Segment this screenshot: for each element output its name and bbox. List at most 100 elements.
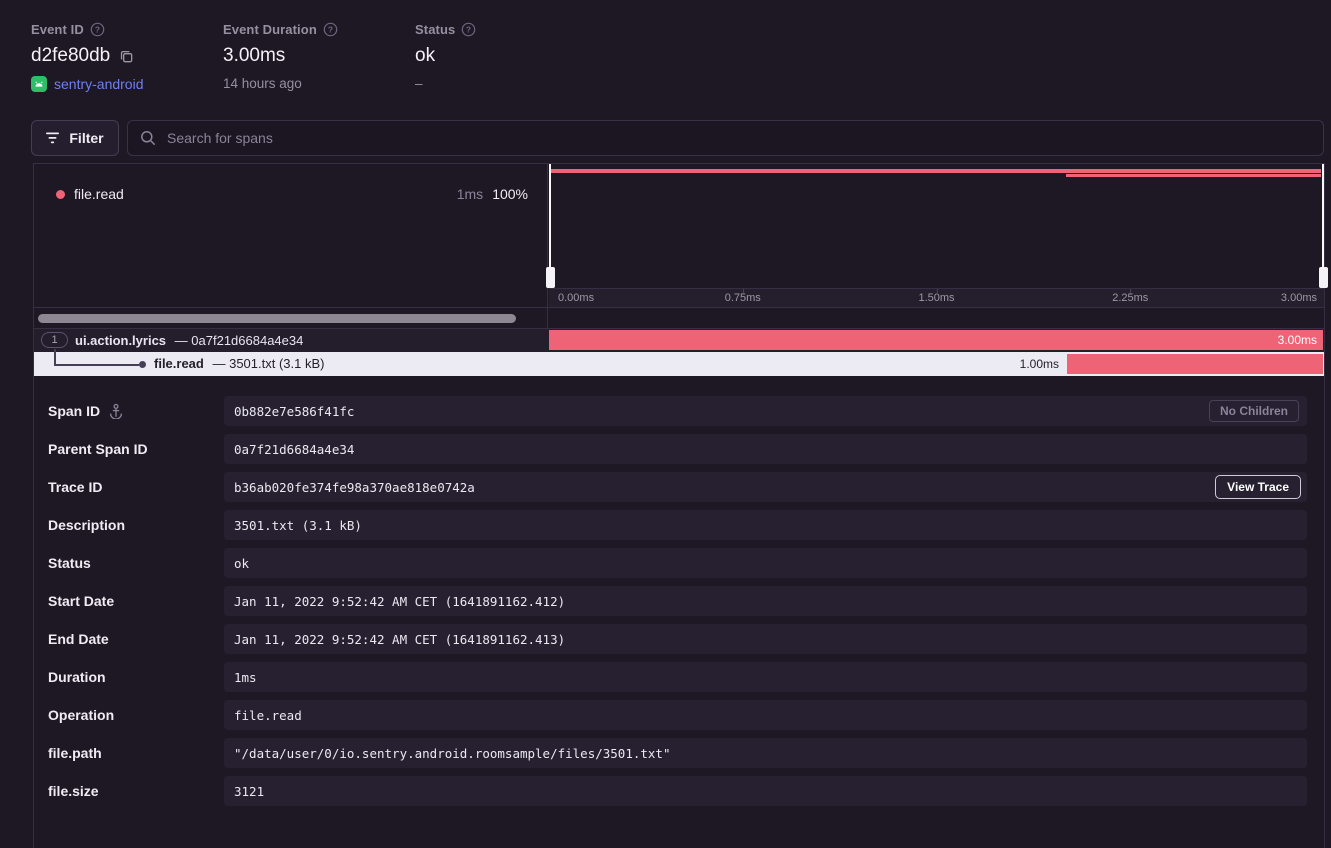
span-op: ui.action.lyrics bbox=[75, 333, 166, 348]
detail-label-text: End Date bbox=[48, 631, 109, 647]
help-icon[interactable]: ? bbox=[461, 22, 476, 37]
op-duration: 1ms bbox=[457, 186, 483, 202]
detail-label-text: Operation bbox=[48, 707, 114, 723]
anchor-icon[interactable] bbox=[108, 403, 124, 419]
detail-label-text: file.size bbox=[48, 783, 99, 799]
event-duration-value: 3.00ms bbox=[223, 45, 285, 67]
copy-icon[interactable] bbox=[119, 49, 134, 64]
event-id-column: Event ID ? d2fe80db sentry-android bbox=[31, 22, 144, 92]
svg-text:?: ? bbox=[328, 24, 333, 34]
tree-scroll-strip bbox=[34, 307, 1324, 329]
search-icon bbox=[140, 130, 156, 146]
detail-value: 3501.txt (3.1 kB) bbox=[224, 510, 1307, 540]
detail-value-text: 0b882e7e586f41fc bbox=[234, 404, 354, 419]
detail-value: 3121 bbox=[224, 776, 1307, 806]
detail-label: Operation bbox=[48, 707, 224, 723]
span-row-transaction[interactable]: 1 ui.action.lyrics — 0a7f21d6684a4e34 3.… bbox=[34, 329, 1324, 352]
status-label: Status ? bbox=[415, 22, 476, 37]
detail-value: ok bbox=[224, 548, 1307, 578]
detail-row: Span ID 0b882e7e586f41fc No Children bbox=[48, 396, 1307, 426]
event-duration-column: Event Duration ? 3.00ms 14 hours ago bbox=[223, 22, 338, 91]
span-row-selected[interactable]: file.read — 3501.txt (3.1 kB) 1.00ms bbox=[34, 352, 1324, 376]
detail-row: Parent Span ID0a7f21d6684a4e34 bbox=[48, 434, 1307, 464]
axis-tick-label: 2.25ms bbox=[1112, 292, 1148, 304]
status-column: Status ? ok – bbox=[415, 22, 476, 91]
detail-value-text: Jan 11, 2022 9:52:42 AM CET (1641891162.… bbox=[234, 632, 565, 647]
detail-row: Duration 1ms bbox=[48, 662, 1307, 692]
detail-value: 0b882e7e586f41fc No Children bbox=[224, 396, 1307, 426]
trace-view: file.read 1ms 100% 0.00ms 0.75ms 1.50ms bbox=[33, 163, 1325, 848]
detail-value: Jan 11, 2022 9:52:42 AM CET (1641891162.… bbox=[224, 586, 1307, 616]
detail-label: End Date bbox=[48, 631, 224, 647]
detail-label-text: Description bbox=[48, 517, 125, 533]
child-count-pill[interactable]: 1 bbox=[41, 332, 68, 348]
detail-value: Jan 11, 2022 9:52:42 AM CET (1641891162.… bbox=[224, 624, 1307, 654]
detail-label-text: Start Date bbox=[48, 593, 114, 609]
span-search[interactable] bbox=[127, 120, 1324, 156]
span-details: Span ID 0b882e7e586f41fc No Children Parent… bbox=[34, 376, 1324, 814]
detail-row: End Date Jan 11, 2022 9:52:42 AM CET (164… bbox=[48, 624, 1307, 654]
help-icon[interactable]: ? bbox=[90, 22, 105, 37]
op-name: file.read bbox=[74, 186, 124, 202]
op-color-dot bbox=[56, 190, 65, 199]
detail-value-text: b36ab020fe374fe98a370ae818e0742a bbox=[234, 480, 475, 495]
span-duration-label: 1.00ms bbox=[982, 352, 1059, 376]
detail-row: Start Date Jan 11, 2022 9:52:42 AM CET (1… bbox=[48, 586, 1307, 616]
detail-row: Trace ID b36ab020fe374fe98a370ae818e0742a… bbox=[48, 472, 1307, 502]
help-icon[interactable]: ? bbox=[323, 22, 338, 37]
axis-tick-label: 3.00ms bbox=[1281, 292, 1317, 304]
detail-row: file.path"/data/user/0/io.sentry.android… bbox=[48, 738, 1307, 768]
event-duration-ago: 14 hours ago bbox=[223, 76, 302, 91]
filter-button[interactable]: Filter bbox=[31, 120, 119, 156]
search-input[interactable] bbox=[165, 129, 1311, 147]
detail-value-text: 1ms bbox=[234, 670, 257, 685]
horizontal-scrollbar[interactable] bbox=[38, 314, 516, 323]
axis-tick-label: 1.50ms bbox=[918, 292, 954, 304]
right-handle-grip[interactable] bbox=[1319, 267, 1328, 288]
svg-text:?: ? bbox=[466, 24, 471, 34]
detail-label: file.path bbox=[48, 745, 224, 761]
detail-value-text: 3501.txt (3.1 kB) bbox=[234, 518, 362, 533]
detail-value-text: ok bbox=[234, 556, 249, 571]
detail-label-text: Duration bbox=[48, 669, 106, 685]
axis-tick-label: 0.75ms bbox=[725, 292, 761, 304]
project-link[interactable]: sentry-android bbox=[54, 76, 144, 92]
left-handle-grip[interactable] bbox=[546, 267, 555, 288]
view-trace-button[interactable]: View Trace bbox=[1215, 475, 1301, 499]
span-duration-bar bbox=[1067, 354, 1323, 374]
minimap-span-bar bbox=[1066, 174, 1321, 177]
minimap-left-handle[interactable] bbox=[549, 164, 551, 288]
tree-connector bbox=[54, 364, 139, 366]
detail-label: file.size bbox=[48, 783, 224, 799]
svg-text:?: ? bbox=[95, 24, 100, 34]
minimap-right-handle[interactable] bbox=[1322, 164, 1324, 288]
detail-value-text: Jan 11, 2022 9:52:42 AM CET (1641891162.… bbox=[234, 594, 565, 609]
tree-connector-dot bbox=[139, 361, 146, 368]
filter-icon bbox=[46, 132, 60, 144]
detail-label: Parent Span ID bbox=[48, 441, 224, 457]
minimap-chart[interactable] bbox=[549, 164, 1324, 288]
span-title: file.read — 3501.txt (3.1 kB) bbox=[154, 352, 324, 376]
filter-button-label: Filter bbox=[69, 130, 103, 146]
detail-value-text: 3121 bbox=[234, 784, 264, 799]
event-id-value: d2fe80db bbox=[31, 45, 110, 67]
event-duration-label-text: Event Duration bbox=[223, 22, 317, 37]
span-op: file.read bbox=[154, 356, 204, 371]
event-project-row: sentry-android bbox=[31, 76, 144, 92]
tree-scroll-track bbox=[34, 308, 548, 328]
detail-value: "/data/user/0/io.sentry.android.roomsamp… bbox=[224, 738, 1307, 768]
detail-value: 1ms bbox=[224, 662, 1307, 692]
no-children-badge: No Children bbox=[1209, 400, 1299, 422]
detail-value: 0a7f21d6684a4e34 bbox=[224, 434, 1307, 464]
detail-label: Trace ID bbox=[48, 479, 224, 495]
ops-legend-item[interactable]: file.read 1ms 100% bbox=[34, 164, 547, 202]
span-minimap: file.read 1ms 100% 0.00ms 0.75ms 1.50ms bbox=[34, 164, 1324, 307]
detail-row: Operation file.read bbox=[48, 700, 1307, 730]
op-percent: 100% bbox=[492, 186, 528, 202]
timeline-axis: 0.00ms 0.75ms 1.50ms 2.25ms 3.00ms bbox=[549, 288, 1324, 307]
detail-label-text: Span ID bbox=[48, 403, 100, 419]
event-id-label: Event ID ? bbox=[31, 22, 144, 37]
detail-value: file.read bbox=[224, 700, 1307, 730]
detail-label-text: Trace ID bbox=[48, 479, 102, 495]
ops-breakdown-panel: file.read 1ms 100% bbox=[34, 164, 548, 307]
